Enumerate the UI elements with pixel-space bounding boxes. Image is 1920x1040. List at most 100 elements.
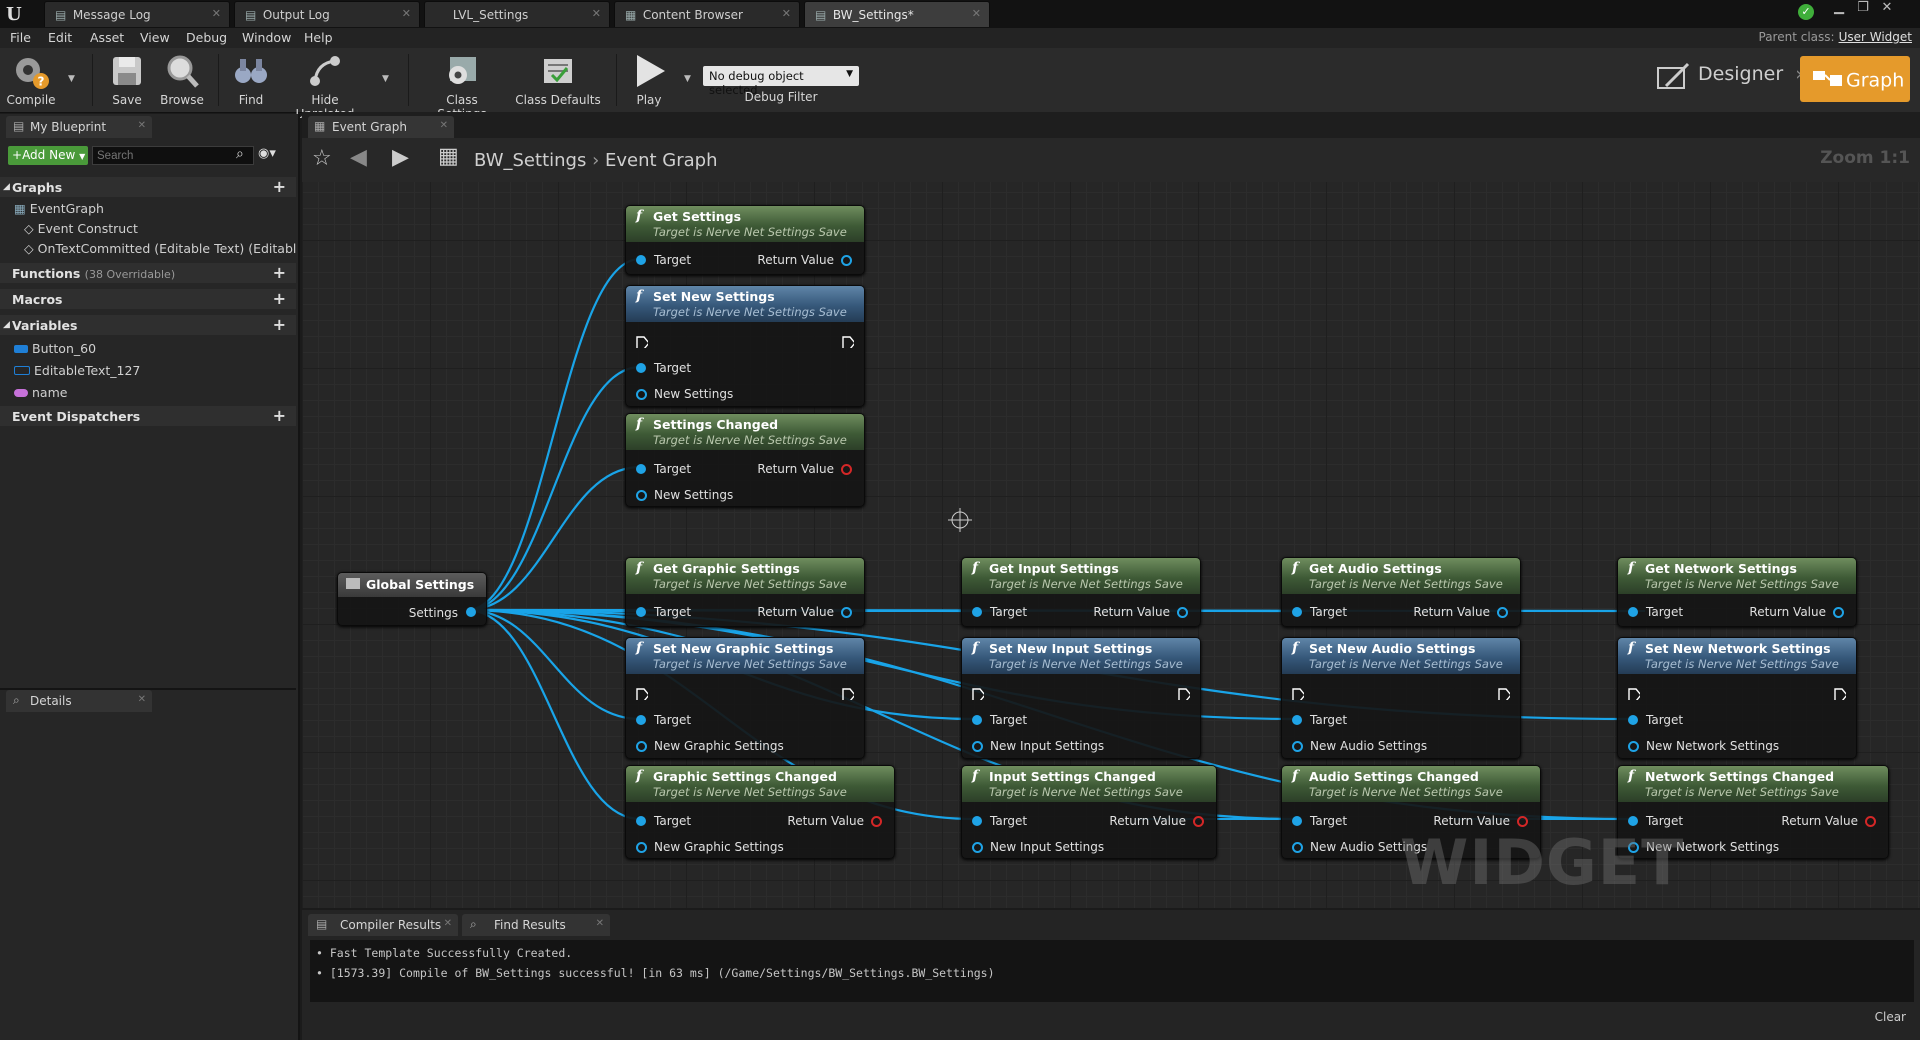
exec-in-pin[interactable] [1628,688,1640,700]
target-pin[interactable] [972,607,982,617]
param-pin[interactable] [636,490,647,501]
section-graphs[interactable]: ◢ Graphs + [0,177,296,197]
add-macro-icon[interactable]: + [273,289,286,308]
save-button[interactable]: Save [104,52,150,110]
graphic-settings-changed-node[interactable]: f Graphic Settings Changed Target is Nerve… [625,765,895,859]
target-pin[interactable] [1628,715,1638,725]
close-icon[interactable]: ✕ [138,120,146,131]
get-input-settings-node[interactable]: f Get Input Settings Target is Nerve Net S… [961,557,1201,627]
doc-tab-content-browser[interactable]: ▦ Content Browser ✕ [614,1,800,27]
restore-icon[interactable]: ❐ [1852,0,1874,18]
return-value-pin[interactable] [1177,607,1188,618]
add-graph-icon[interactable]: + [273,177,286,196]
compile-button[interactable]: ? Compile [4,52,58,110]
global-settings-node[interactable]: Global Settings Settings [337,572,487,626]
graph-mode-button[interactable]: Graph [1800,56,1910,102]
get-settings-node[interactable]: f Get Settings Target is Nerve Net Setting… [625,205,865,275]
get-audio-settings-node[interactable]: f Get Audio Settings Target is Nerve Net S… [1281,557,1521,627]
target-pin[interactable] [636,715,646,725]
exec-in-pin[interactable] [1292,688,1304,700]
param-pin[interactable] [972,741,983,752]
tab-compiler-results[interactable]: ▤ Compiler Results ✕ [308,914,458,936]
output-pin[interactable] [466,607,476,617]
target-pin[interactable] [1292,607,1302,617]
return-value-pin[interactable] [841,607,852,618]
exec-in-pin[interactable] [972,688,984,700]
tab-my-blueprint[interactable]: ▤ My Blueprint ✕ [6,116,152,138]
doc-tab-output-log[interactable]: ▤ Output Log ✕ [234,1,420,27]
search-input[interactable] [92,146,254,165]
param-pin[interactable] [636,389,647,400]
close-icon[interactable]: ✕ [138,694,146,705]
tab-find-results[interactable]: ⌕ Find Results ✕ [462,914,610,936]
add-dispatcher-icon[interactable]: + [273,406,286,425]
close-icon[interactable]: ✕ [592,7,601,20]
close-icon[interactable]: ✕ [596,918,604,929]
variable-editabletext-127[interactable]: EditableText_127 [14,363,140,378]
parent-class-link[interactable]: User Widget [1839,30,1912,44]
play-button[interactable]: Play [626,52,672,110]
settings-changed-node[interactable]: f Settings Changed Target is Nerve Net Set… [625,413,865,507]
return-value-pin[interactable] [841,255,852,266]
menu-help[interactable]: Help [304,30,333,45]
close-window-icon[interactable]: ✕ [1876,0,1898,18]
target-pin[interactable] [636,816,646,826]
doc-tab-message-log[interactable]: ▤ Message Log ✕ [44,1,230,27]
param-pin[interactable] [636,741,647,752]
exec-out-pin[interactable] [1834,688,1846,700]
source-control-icon[interactable]: ✓ [1798,4,1814,20]
clear-button[interactable]: Clear [1875,1010,1906,1024]
section-variables[interactable]: ◢ Variables + [0,315,296,335]
target-pin[interactable] [1628,816,1638,826]
return-value-pin[interactable] [1193,816,1204,827]
target-pin[interactable] [1292,715,1302,725]
add-function-icon[interactable]: + [273,263,286,282]
return-value-pin[interactable] [841,464,852,475]
set-new-network-settings-node[interactable]: f Set New Network Settings Target is Nerve… [1617,637,1857,759]
menu-file[interactable]: File [10,30,31,45]
close-icon[interactable]: ✕ [444,918,452,929]
get-graphic-settings-node[interactable]: f Get Graphic Settings Target is Nerve Net… [625,557,865,627]
set-new-audio-settings-node[interactable]: f Set New Audio Settings Target is Nerve N… [1281,637,1521,759]
close-icon[interactable]: ✕ [402,7,411,20]
exec-out-pin[interactable] [1178,688,1190,700]
minimize-icon[interactable]: ▁ [1828,0,1850,18]
param-pin[interactable] [1628,741,1639,752]
menu-view[interactable]: View [140,30,170,45]
find-button[interactable]: Find [228,52,274,110]
exec-in-pin[interactable] [636,336,648,348]
param-pin[interactable] [1292,741,1303,752]
menu-window[interactable]: Window [242,30,291,45]
input-settings-changed-node[interactable]: f Input Settings Changed Target is Nerve N… [961,765,1217,859]
set-new-settings-node[interactable]: f Set New Settings Target is Nerve Net Set… [625,285,865,407]
variable-name[interactable]: name [14,385,67,400]
section-event-dispatchers[interactable]: Event Dispatchers + [0,406,296,426]
section-macros[interactable]: Macros + [0,289,296,309]
settings-wire[interactable] [466,608,641,721]
tree-event-construct[interactable]: ◇ Event Construct [24,221,138,236]
add-new-button[interactable]: +Add New ▼ [8,146,88,165]
exec-out-pin[interactable] [1498,688,1510,700]
target-pin[interactable] [636,363,646,373]
debug-object-select[interactable]: No debug object selected ▼ [703,66,859,97]
param-pin[interactable] [636,842,647,853]
doc-tab-bw-settings[interactable]: ▤ BW_Settings* ✕ [804,1,990,27]
hide-unrelated-button[interactable]: Hide Unrelated [282,52,368,121]
menu-debug[interactable]: Debug [186,30,227,45]
close-icon[interactable]: ✕ [782,7,791,20]
target-pin[interactable] [636,607,646,617]
param-pin[interactable] [972,842,983,853]
return-value-pin[interactable] [1497,607,1508,618]
settings-wire[interactable] [466,365,641,612]
target-pin[interactable] [972,715,982,725]
param-pin[interactable] [1292,842,1303,853]
hide-unrelated-chevron-icon[interactable]: ▼ [382,74,389,84]
compile-options-chevron-icon[interactable]: ▼ [68,74,75,84]
view-options-eye-icon[interactable]: ◉▾ [258,146,276,161]
class-settings-button[interactable]: Class Settings [420,52,504,121]
target-pin[interactable] [636,255,646,265]
menu-asset[interactable]: Asset [90,30,124,45]
return-value-pin[interactable] [1833,607,1844,618]
close-icon[interactable]: ✕ [972,7,981,20]
set-new-graphic-settings-node[interactable]: f Set New Graphic Settings Target is Nerve… [625,637,865,759]
